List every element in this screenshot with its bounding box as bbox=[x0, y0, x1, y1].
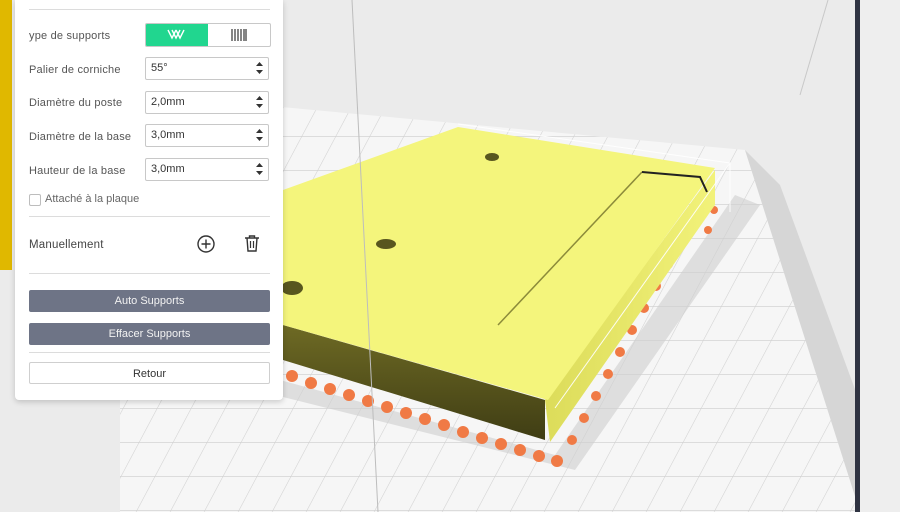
base-diameter-select[interactable]: 3,0mm bbox=[145, 124, 269, 147]
select-arrows-icon bbox=[256, 62, 263, 74]
grid-supports-icon bbox=[231, 29, 247, 41]
add-circle-icon bbox=[197, 235, 215, 253]
overhang-angle-select[interactable]: 55° bbox=[145, 57, 269, 80]
tree-supports-option[interactable] bbox=[146, 24, 208, 46]
base-height-value: 3,0mm bbox=[151, 163, 185, 175]
divider bbox=[29, 273, 270, 274]
overhang-angle-label: Palier de corniche bbox=[29, 64, 121, 76]
manual-label: Manuellement bbox=[29, 239, 104, 251]
post-diameter-label: Diamètre du poste bbox=[29, 97, 123, 109]
support-type-label: ype de supports bbox=[29, 30, 111, 42]
tree-supports-icon bbox=[167, 29, 185, 40]
attach-to-plate-label: Attaché à la plaque bbox=[45, 193, 140, 205]
trash-icon bbox=[245, 235, 259, 252]
base-height-select[interactable]: 3,0mm bbox=[145, 158, 269, 181]
divider bbox=[29, 9, 270, 10]
clear-supports-button[interactable]: Effacer Supports bbox=[29, 323, 270, 345]
post-diameter-select[interactable]: 2,0mm bbox=[145, 91, 269, 114]
delete-support-button[interactable] bbox=[241, 233, 263, 255]
divider bbox=[29, 352, 270, 353]
auto-supports-button[interactable]: Auto Supports bbox=[29, 290, 270, 312]
grid-supports-option[interactable] bbox=[208, 24, 270, 46]
support-panel: ype de supports Palier de corniche 55° D… bbox=[15, 0, 283, 400]
select-arrows-icon bbox=[256, 96, 263, 108]
base-diameter-label: Diamètre de la base bbox=[29, 131, 132, 143]
divider bbox=[29, 216, 270, 217]
support-type-toggle[interactable] bbox=[145, 23, 271, 47]
select-arrows-icon bbox=[256, 129, 263, 141]
base-diameter-value: 3,0mm bbox=[151, 129, 185, 141]
overhang-angle-value: 55° bbox=[151, 62, 168, 74]
back-button[interactable]: Retour bbox=[29, 362, 270, 384]
attach-to-plate-checkbox[interactable] bbox=[29, 194, 41, 206]
add-support-button[interactable] bbox=[195, 233, 217, 255]
select-arrows-icon bbox=[256, 163, 263, 175]
base-height-label: Hauteur de la base bbox=[29, 165, 126, 177]
post-diameter-value: 2,0mm bbox=[151, 96, 185, 108]
